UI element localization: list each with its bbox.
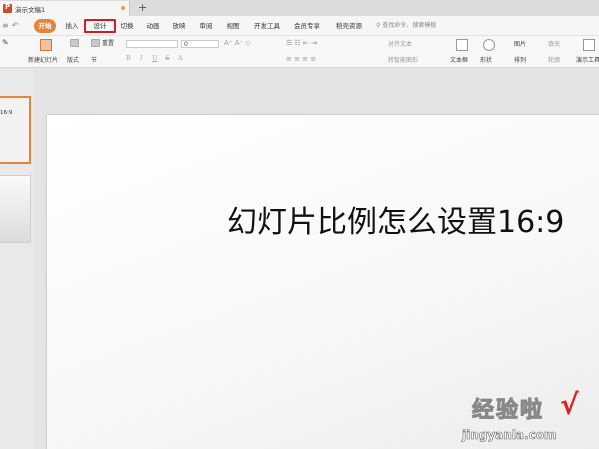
unsaved-dot-icon bbox=[121, 6, 125, 10]
align-text-button[interactable]: 对齐文本 bbox=[388, 40, 412, 49]
watermark-site-name: 经验啦 bbox=[471, 398, 545, 424]
undo-icon[interactable]: ↶ bbox=[12, 21, 19, 31]
present-tools-button[interactable]: 演示工具 bbox=[576, 56, 599, 65]
watermark: 经验啦 √ jingyanla.com bbox=[462, 388, 592, 444]
present-tools-icon[interactable] bbox=[583, 39, 595, 51]
textbox-button[interactable]: 文本框 bbox=[450, 56, 468, 65]
strikethrough-button[interactable]: S bbox=[165, 54, 169, 63]
menu-design[interactable]: 设计 bbox=[84, 19, 116, 33]
smart-graphic-button[interactable]: 转智能图形 bbox=[388, 56, 418, 65]
new-slide-icon[interactable] bbox=[40, 39, 52, 51]
ribbon-toolbar: ✎ 新建幻灯片 版式 重置 节 0 A⁺ A⁻ ◇ 对齐文本 转智能图形 ☰ ☷… bbox=[0, 36, 599, 68]
slide-thumbnail-2[interactable] bbox=[0, 175, 31, 243]
textbox-icon[interactable] bbox=[456, 39, 468, 51]
menu-slideshow[interactable]: 放映 bbox=[170, 19, 188, 33]
fill-button[interactable]: 填充 bbox=[548, 40, 560, 49]
slide-thumbnail-1[interactable]: 16:9 bbox=[0, 96, 31, 164]
reset-button[interactable]: 重置 bbox=[102, 39, 114, 48]
menu-transition[interactable]: 切换 bbox=[118, 19, 136, 33]
layout-icon[interactable] bbox=[70, 39, 79, 47]
title-bar: 演示文稿1 + bbox=[0, 0, 599, 16]
font-color-button[interactable]: A bbox=[178, 54, 183, 63]
watermark-url: jingyanla.com bbox=[462, 428, 557, 443]
menu-view[interactable]: 视图 bbox=[224, 19, 242, 33]
bullets-icon[interactable]: ☰ ☷ ⇤ ⇥ bbox=[286, 39, 317, 48]
font-grow-icon[interactable]: A⁺ A⁻ ◇ bbox=[224, 39, 251, 48]
checkmark-icon: √ bbox=[560, 388, 579, 421]
shape-icon[interactable] bbox=[483, 39, 495, 51]
menu-bar: ≡ ↶ 开始 插入 设计 切换 动画 放映 审阅 视图 开发工具 会员专享 稻壳… bbox=[0, 16, 599, 36]
align-icons[interactable]: ≡ ≡ ≡ ≡ bbox=[286, 55, 316, 64]
shape-button[interactable]: 形状 bbox=[480, 56, 492, 65]
format-painter-icon[interactable]: ✎ bbox=[2, 38, 9, 47]
font-size-value: 0 bbox=[184, 41, 188, 48]
underline-button[interactable]: U bbox=[152, 54, 157, 63]
menu-review[interactable]: 审阅 bbox=[197, 19, 215, 33]
layout-button[interactable]: 版式 bbox=[67, 56, 79, 65]
reset-icon[interactable] bbox=[91, 39, 100, 47]
menu-docer[interactable]: 稻壳资源 bbox=[334, 19, 364, 33]
font-size-combo[interactable]: 0 bbox=[181, 40, 219, 48]
search-placeholder: 查找命令、搜索模板 bbox=[382, 22, 437, 29]
menu-insert[interactable]: 插入 bbox=[62, 19, 82, 33]
new-tab-button[interactable]: + bbox=[138, 0, 147, 15]
thumbnail-1-text: 16:9 bbox=[0, 110, 13, 116]
menu-member[interactable]: 会员专享 bbox=[292, 19, 322, 33]
menu-developer[interactable]: 开发工具 bbox=[252, 19, 282, 33]
document-tab-label: 演示文稿1 bbox=[15, 5, 46, 14]
section-button[interactable]: 节 bbox=[91, 56, 97, 65]
menu-icon[interactable]: ≡ bbox=[2, 21, 9, 31]
picture-button[interactable]: 图片 bbox=[514, 40, 526, 49]
slide-title-text[interactable]: 幻灯片比例怎么设置16:9 bbox=[227, 197, 564, 241]
italic-button[interactable]: I bbox=[140, 54, 143, 63]
arrange-button[interactable]: 排列 bbox=[514, 56, 526, 65]
wps-presentation-window: 演示文稿1 + ≡ ↶ 开始 插入 设计 切换 动画 放映 审阅 视图 开发工具… bbox=[0, 0, 599, 449]
new-slide-button[interactable]: 新建幻灯片 bbox=[28, 56, 58, 65]
command-search[interactable]: ⚲ 查找命令、搜索模板 bbox=[376, 19, 436, 33]
font-name-combo[interactable] bbox=[126, 40, 178, 48]
wps-presentation-icon bbox=[3, 3, 12, 13]
bold-button[interactable]: B bbox=[126, 54, 131, 63]
menu-animation[interactable]: 动画 bbox=[144, 19, 162, 33]
outline-button[interactable]: 轮廓 bbox=[548, 56, 560, 65]
menu-home[interactable]: 开始 bbox=[34, 19, 56, 33]
document-tab[interactable]: 演示文稿1 bbox=[0, 1, 130, 16]
